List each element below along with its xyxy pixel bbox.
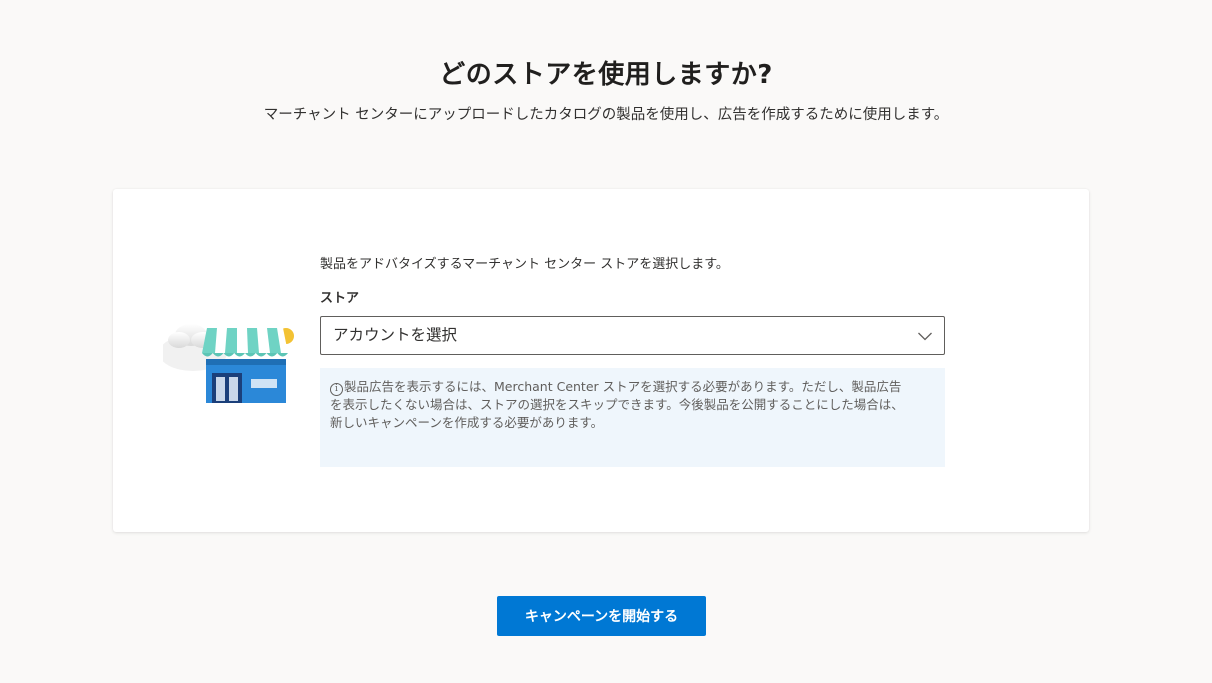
store-select-value: アカウントを選択 — [333, 326, 458, 344]
instruction-text: 製品をアドバタイズするマーチャント センター ストアを選択します。 — [320, 257, 729, 272]
chevron-down-icon — [918, 332, 932, 341]
store-select-dropdown[interactable]: アカウントを選択 — [320, 316, 945, 355]
info-message-text: 製品広告を表示するには、Merchant Center ストアを選択する必要があ… — [330, 379, 904, 430]
info-icon: i — [330, 383, 343, 396]
page-subtitle: マーチャント センターにアップロードしたカタログの製品を使用し、広告を作成するた… — [263, 107, 949, 123]
page-title: どのストアを使用しますか? — [439, 60, 773, 90]
store-form: 製品をアドバタイズするマーチャント センター ストアを選択します。 ストア アカ… — [320, 255, 945, 467]
start-campaign-button[interactable]: キャンペーンを開始する — [497, 596, 706, 636]
store-selection-card: 製品をアドバタイズするマーチャント センター ストアを選択します。 ストア アカ… — [113, 189, 1089, 532]
store-field-label: ストア — [320, 291, 360, 306]
storefront-icon — [163, 324, 294, 403]
info-message: i 製品広告を表示するには、Merchant Center ストアを選択する必要が… — [320, 368, 945, 467]
